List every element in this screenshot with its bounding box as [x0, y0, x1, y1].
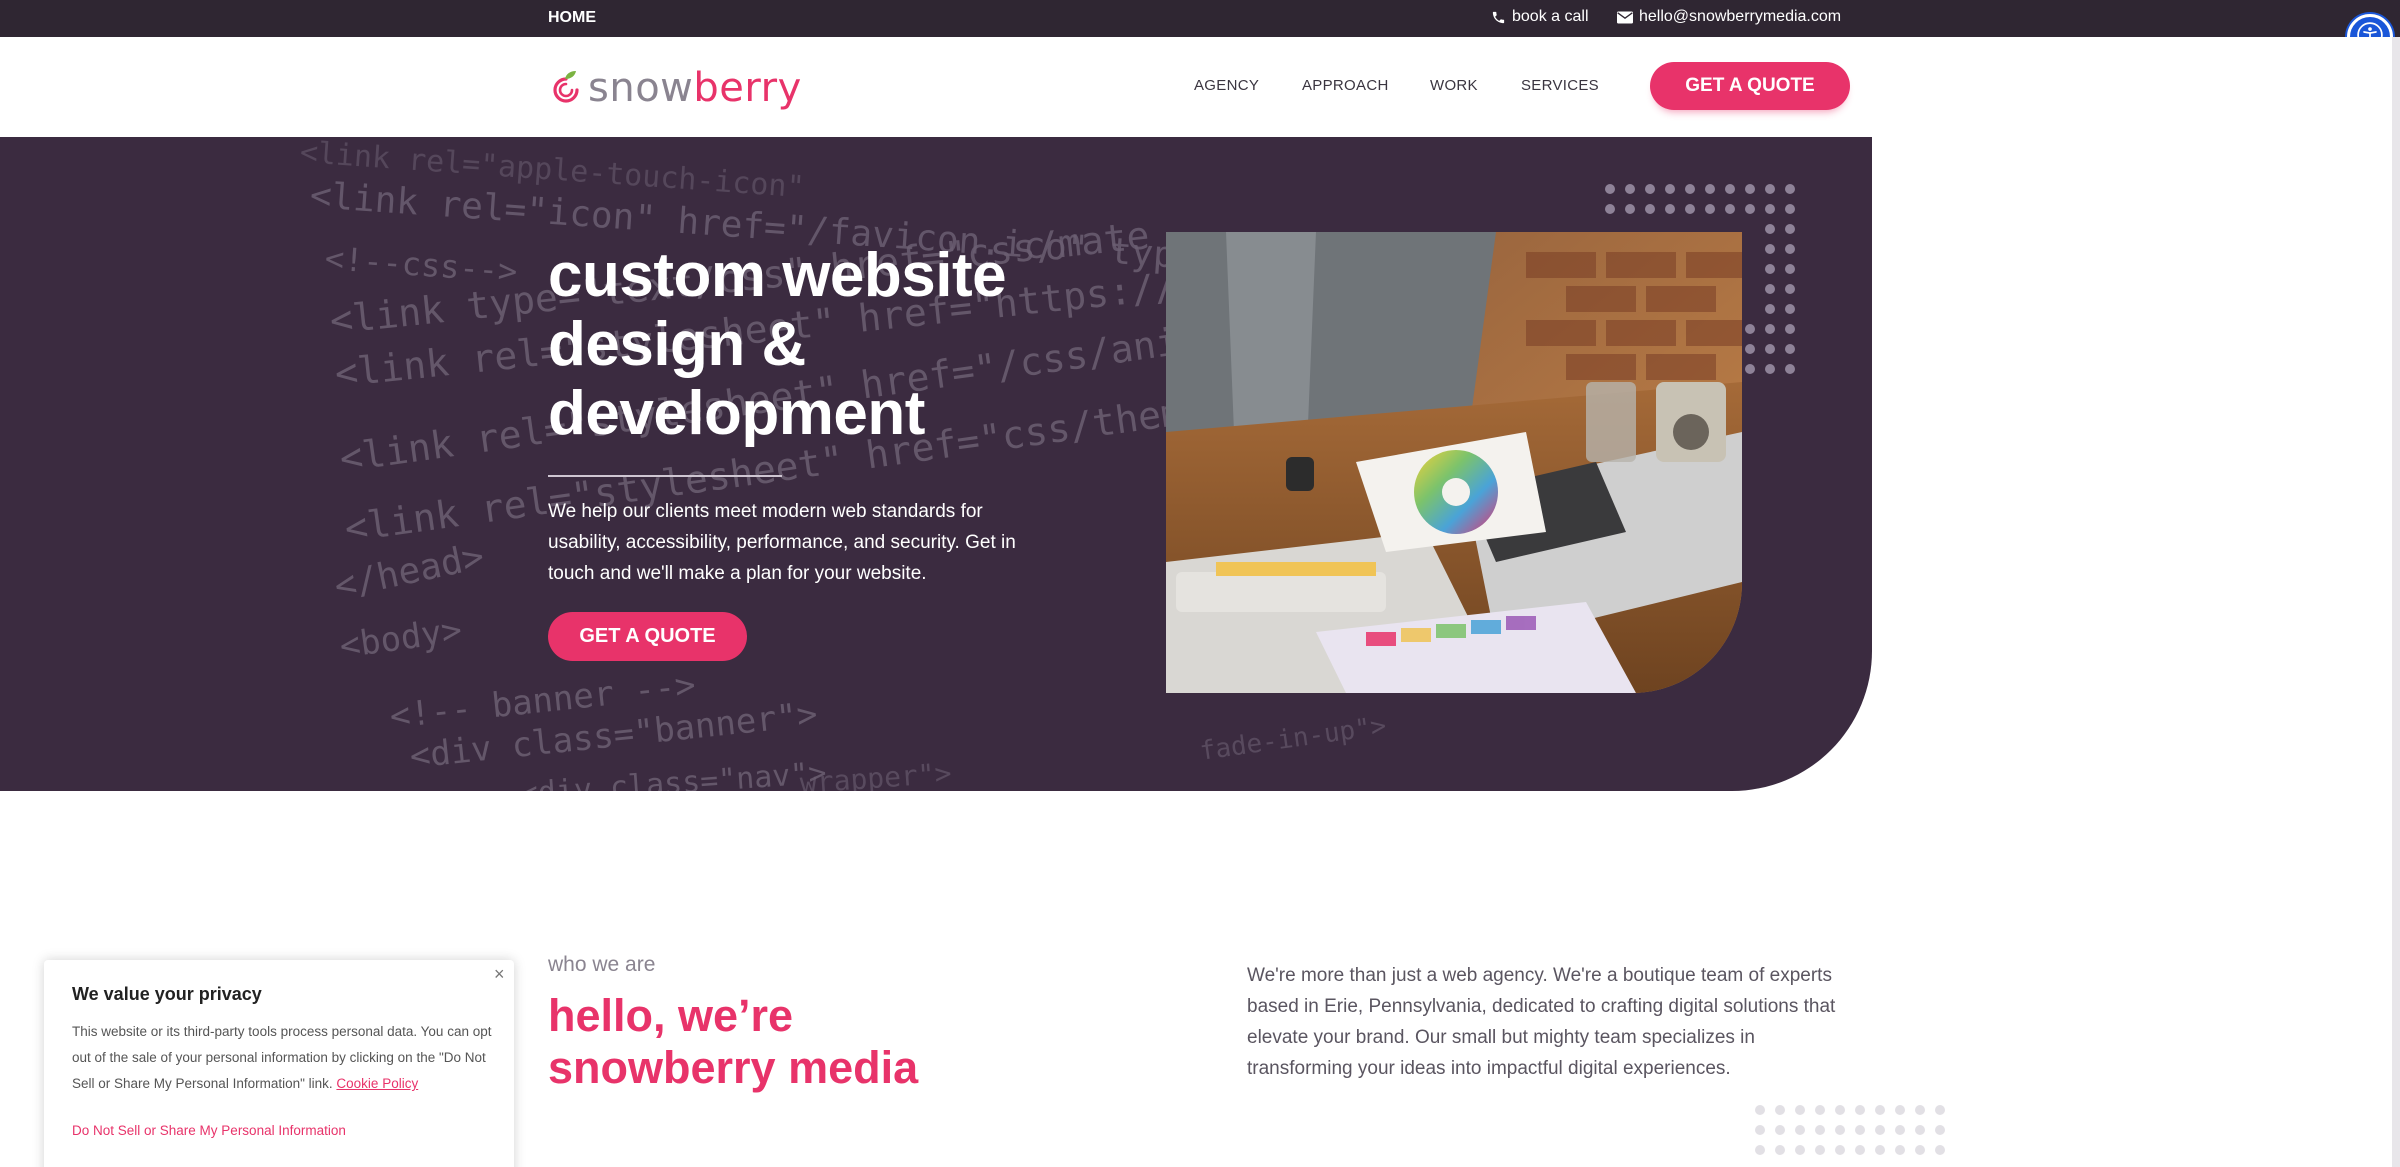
about-body: We're more than just a web agency. We're… — [1247, 965, 1836, 1079]
cookie-title: We value your privacy — [72, 984, 262, 1004]
hero-divider — [548, 475, 782, 477]
envelope-icon — [1617, 11, 1633, 24]
nav-approach[interactable]: APPROACH — [1302, 77, 1389, 94]
about-eyebrow: who we are — [548, 953, 656, 976]
email-link[interactable]: hello@snowberrymedia.com — [1617, 8, 1841, 26]
cookie-text: This website or its third-party tools pr… — [72, 1024, 492, 1091]
hero-section: <link rel="apple-touch-icon" <link rel="… — [0, 137, 1872, 791]
cookie-policy-link[interactable]: Cookie Policy — [336, 1076, 418, 1091]
snowberry-logo-icon — [550, 69, 582, 108]
logo-wordmark: snowberry — [588, 65, 802, 111]
nav-agency[interactable]: AGENCY — [1194, 77, 1259, 94]
hero-subtitle: We help our clients meet modern web stan… — [548, 501, 1016, 584]
nav-services[interactable]: SERVICES — [1521, 77, 1599, 94]
snowberry-logo[interactable]: snowberry — [550, 65, 802, 111]
email-label: hello@snowberrymedia.com — [1639, 8, 1842, 25]
page-scrollbar[interactable] — [2392, 37, 2400, 1167]
book-call-link[interactable]: book a call — [1491, 8, 1589, 26]
main-header: snowberry AGENCY APPROACH WORK SERVICES … — [0, 37, 2392, 137]
top-utility-bar: HOME book a call hello@snowberrymedia.co… — [0, 0, 2400, 37]
book-call-label: book a call — [1512, 8, 1589, 25]
get-quote-header-button[interactable]: GET A QUOTE — [1650, 62, 1850, 110]
home-link[interactable]: HOME — [548, 9, 596, 27]
close-icon[interactable]: × — [494, 965, 505, 983]
hero-designer-photo — [1166, 232, 1742, 693]
do-not-sell-link[interactable]: Do Not Sell or Share My Personal Informa… — [72, 1123, 346, 1138]
hero-title: custom website design & development — [548, 241, 1007, 448]
cookie-consent-banner: × We value your privacy This website or … — [44, 960, 514, 1167]
get-quote-hero-button[interactable]: GET A QUOTE — [548, 612, 747, 661]
about-title: hello, we’re snowberry media — [548, 990, 919, 1093]
phone-icon — [1491, 10, 1506, 25]
dot-pattern-decoration-2 — [1755, 1105, 1945, 1155]
nav-work[interactable]: WORK — [1430, 77, 1478, 94]
